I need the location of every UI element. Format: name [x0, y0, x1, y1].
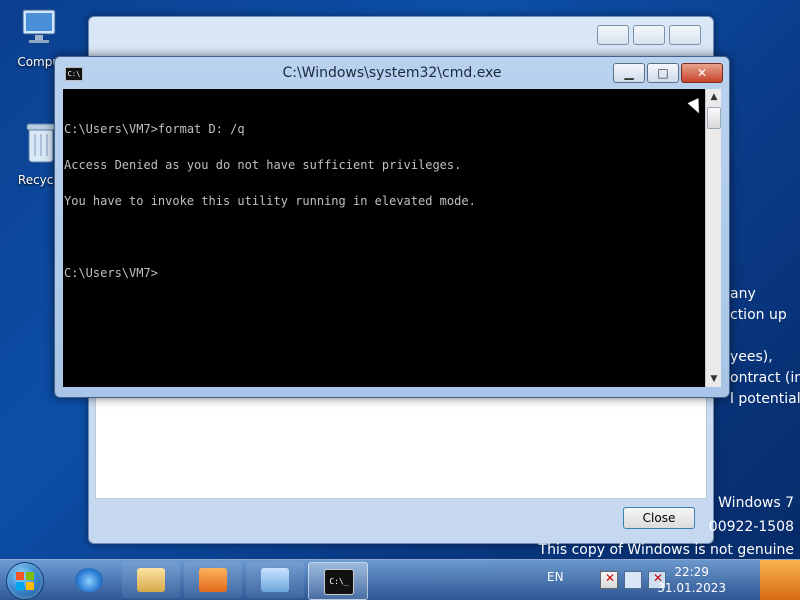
close-icon: ✕ [696, 66, 708, 80]
language-indicator[interactable]: EN [547, 570, 564, 584]
scroll-down-icon[interactable]: ▼ [706, 371, 722, 387]
console-output[interactable]: C:\Users\VM7>format D: /q Access Denied … [63, 89, 705, 387]
console-line: C:\Users\VM7>format D: /q [64, 122, 245, 136]
close-window-button[interactable]: ✕ [681, 63, 723, 83]
cmd-window-controls: ▁ □ ✕ [613, 63, 723, 83]
cmd-window[interactable]: C:\ C:\Windows\system32\cmd.exe ▁ □ ✕ C:… [54, 56, 730, 398]
control-panel-icon [261, 568, 289, 592]
explorer-icon [137, 568, 165, 592]
vertical-scrollbar[interactable]: ▲ ▼ [705, 89, 721, 387]
taskbar-item-explorer[interactable] [122, 562, 180, 598]
cmd-icon: C:\_ [324, 569, 354, 595]
show-desktop-button[interactable] [760, 560, 800, 600]
media-player-icon [199, 568, 227, 592]
windows-logo-icon [16, 572, 34, 590]
network-icon[interactable] [624, 571, 642, 589]
watermark-line: This copy of Windows is not genuine [538, 542, 794, 558]
cmd-title-bar[interactable]: C:\ C:\Windows\system32\cmd.exe ▁ □ ✕ [55, 57, 729, 87]
close-window-button[interactable] [669, 25, 701, 45]
maximize-button[interactable] [633, 25, 665, 45]
console-line: You have to invoke this utility running … [64, 194, 476, 208]
side-text-line: ction up [730, 307, 787, 323]
watermark-line: Windows 7 [718, 495, 794, 511]
console-line: Access Denied as you do not have suffici… [64, 158, 462, 172]
side-text-line: any [730, 286, 756, 302]
console-line: C:\Users\VM7> [64, 266, 158, 280]
maximize-button[interactable]: □ [647, 63, 679, 83]
taskbar: C:\_ EN 22:29 31.01.2023 [0, 559, 800, 600]
scroll-thumb[interactable] [707, 107, 721, 129]
ie-icon [75, 568, 103, 592]
taskbar-item-ie[interactable] [60, 562, 118, 598]
minimize-button[interactable]: ▁ [613, 63, 645, 83]
minimize-icon: ▁ [624, 66, 634, 80]
taskbar-item-cmd[interactable]: C:\_ [308, 562, 368, 600]
taskbar-item-media-player[interactable] [184, 562, 242, 598]
maximize-icon: □ [657, 66, 669, 80]
clock[interactable]: 22:29 31.01.2023 [657, 564, 726, 596]
background-window-content [95, 393, 707, 499]
side-text-line: yees), [730, 349, 773, 365]
clock-time: 22:29 [674, 565, 709, 579]
side-text-line: l potential [730, 391, 800, 407]
action-center-icon[interactable] [600, 571, 618, 589]
side-text-line: ontract (in [730, 370, 800, 386]
background-window-controls [597, 25, 701, 45]
clock-date: 31.01.2023 [657, 581, 726, 595]
watermark-line: 00922-1508 [708, 519, 794, 535]
computer-icon [22, 9, 56, 43]
close-button[interactable]: Close [623, 507, 695, 529]
taskbar-item-control-panel[interactable] [246, 562, 304, 598]
scroll-up-icon[interactable]: ▲ [706, 89, 722, 105]
minimize-button[interactable] [597, 25, 629, 45]
start-button[interactable] [6, 562, 44, 600]
